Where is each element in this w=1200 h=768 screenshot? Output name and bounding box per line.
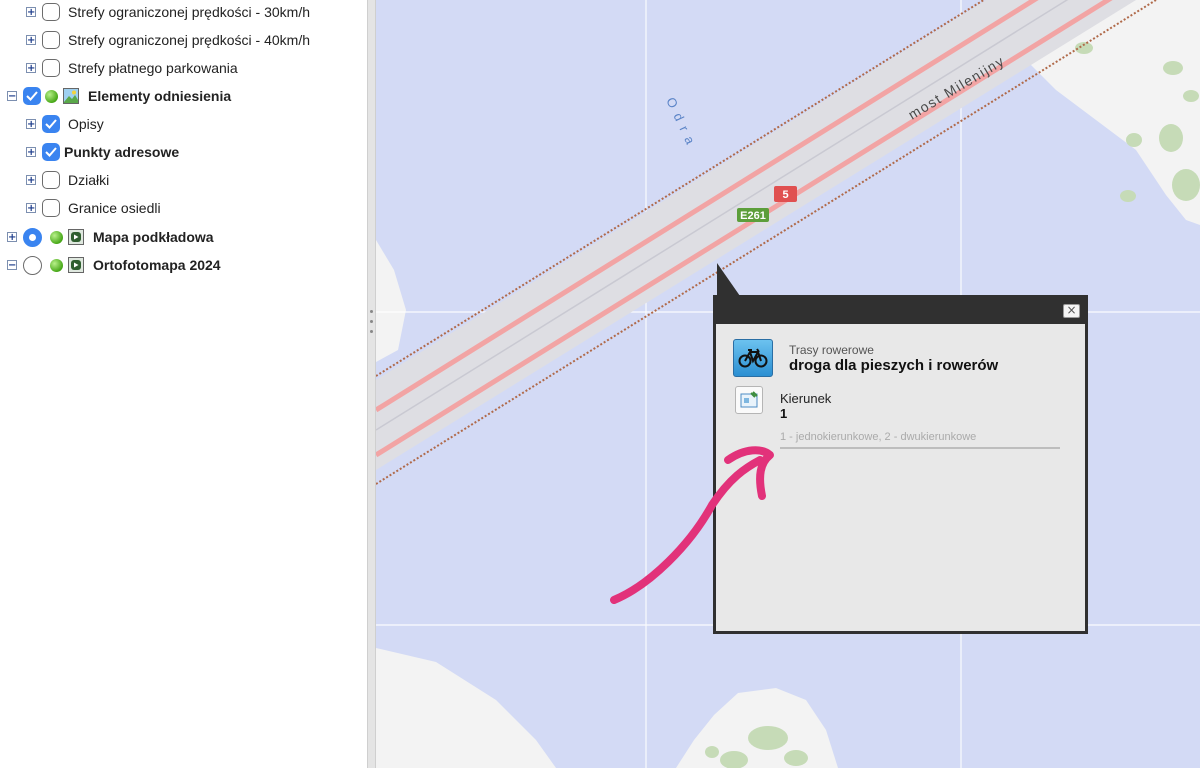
layer-status-icon — [50, 230, 63, 244]
checkmark-icon — [45, 147, 57, 157]
layer-label[interactable]: Strefy płatnego parkowania — [68, 60, 238, 76]
layer-row-address-points: + Punkty adresowe — [26, 140, 179, 164]
layer-label[interactable]: Punkty adresowe — [64, 144, 179, 160]
layer-row-speed-30: + Strefy ograniczonej prędkości - 30km/h — [26, 0, 310, 24]
layer-label[interactable]: Działki — [68, 172, 109, 188]
basemap-radio[interactable] — [23, 255, 42, 275]
layer-checkbox[interactable] — [42, 115, 60, 133]
layer-checkbox[interactable] — [23, 87, 41, 105]
layer-checkbox[interactable] — [42, 143, 60, 161]
attribute-underline — [780, 447, 1060, 449]
layer-status-icon — [50, 258, 63, 272]
feature-info-popup: × Trasy rowerowe droga dla pieszych i ro… — [713, 295, 1088, 634]
popup-body: Trasy rowerowe droga dla pieszych i rowe… — [713, 324, 1088, 634]
layer-checkbox[interactable] — [42, 31, 60, 49]
layer-row-descriptions: + Opisy — [26, 112, 104, 136]
popup-layer-name: Trasy rowerowe — [789, 343, 874, 357]
e-road-shield: E261 — [737, 208, 769, 222]
layer-checkbox[interactable] — [42, 3, 60, 21]
layer-label[interactable]: Ortofotomapa 2024 — [93, 257, 221, 273]
bicycle-icon — [733, 339, 773, 377]
attribute-value: 1 — [780, 406, 788, 421]
layer-tree-panel: + Strefy ograniczonej prędkości - 30km/h… — [0, 0, 367, 768]
expand-toggle[interactable]: + — [26, 7, 36, 18]
collapse-toggle[interactable]: − — [7, 91, 17, 102]
close-icon: × — [1066, 303, 1077, 317]
attribute-icon — [735, 386, 763, 414]
checkmark-icon — [45, 119, 57, 129]
checkmark-icon — [26, 91, 38, 101]
layer-label[interactable]: Strefy ograniczonej prędkości - 30km/h — [68, 4, 310, 20]
collapse-toggle[interactable]: − — [7, 260, 17, 271]
layer-checkbox[interactable] — [42, 171, 60, 189]
layer-group-orthophoto: − Ortofotomapa 2024 — [7, 253, 221, 277]
layer-row-paid-parking: + Strefy płatnego parkowania — [26, 56, 238, 80]
service-layer-icon — [68, 229, 84, 245]
layer-row-parcels: + Działki — [26, 168, 109, 192]
popup-callout-tail — [717, 263, 740, 296]
layer-label[interactable]: Elementy odniesienia — [88, 88, 231, 104]
layer-label[interactable]: Strefy ograniczonej prędkości - 40km/h — [68, 32, 310, 48]
layer-checkbox[interactable] — [42, 59, 60, 77]
layer-label[interactable]: Mapa podkładowa — [93, 229, 214, 245]
expand-toggle[interactable]: + — [26, 203, 36, 214]
grip-dot — [370, 310, 373, 313]
expand-toggle[interactable]: + — [26, 35, 36, 46]
layer-label[interactable]: Granice osiedli — [68, 200, 161, 216]
close-button[interactable]: × — [1063, 304, 1080, 318]
grip-dot — [370, 320, 373, 323]
national-road-number: 5 — [782, 189, 788, 201]
popup-feature-name: droga dla pieszych i rowerów — [789, 357, 999, 374]
attribute-hint: 1 - jednokierunkowe, 2 - dwukierunkowe — [780, 431, 977, 443]
attribute-label: Kierunek — [780, 391, 832, 406]
layer-status-icon — [45, 89, 58, 103]
layer-group-basemap: + Mapa podkładowa — [7, 225, 214, 249]
image-layer-icon — [63, 88, 79, 104]
panel-splitter[interactable] — [367, 0, 376, 768]
expand-toggle[interactable]: + — [26, 63, 36, 74]
layer-group-reference: − Elementy odniesienia — [7, 84, 231, 108]
expand-toggle[interactable]: + — [26, 175, 36, 186]
expand-toggle[interactable]: + — [26, 119, 36, 130]
layer-label[interactable]: Opisy — [68, 116, 104, 132]
popup-titlebar[interactable]: × — [713, 295, 1088, 324]
expand-toggle[interactable]: + — [26, 147, 36, 158]
e-road-number: E261 — [740, 210, 766, 222]
layer-row-speed-40: + Strefy ograniczonej prędkości - 40km/h — [26, 28, 310, 52]
expand-toggle[interactable]: + — [7, 232, 17, 243]
basemap-radio[interactable] — [23, 227, 42, 247]
national-road-shield: 5 — [774, 186, 797, 202]
layer-row-district-boundaries: + Granice osiedli — [26, 196, 161, 220]
layer-checkbox[interactable] — [42, 199, 60, 217]
grip-dot — [370, 330, 373, 333]
service-layer-icon — [68, 257, 84, 273]
